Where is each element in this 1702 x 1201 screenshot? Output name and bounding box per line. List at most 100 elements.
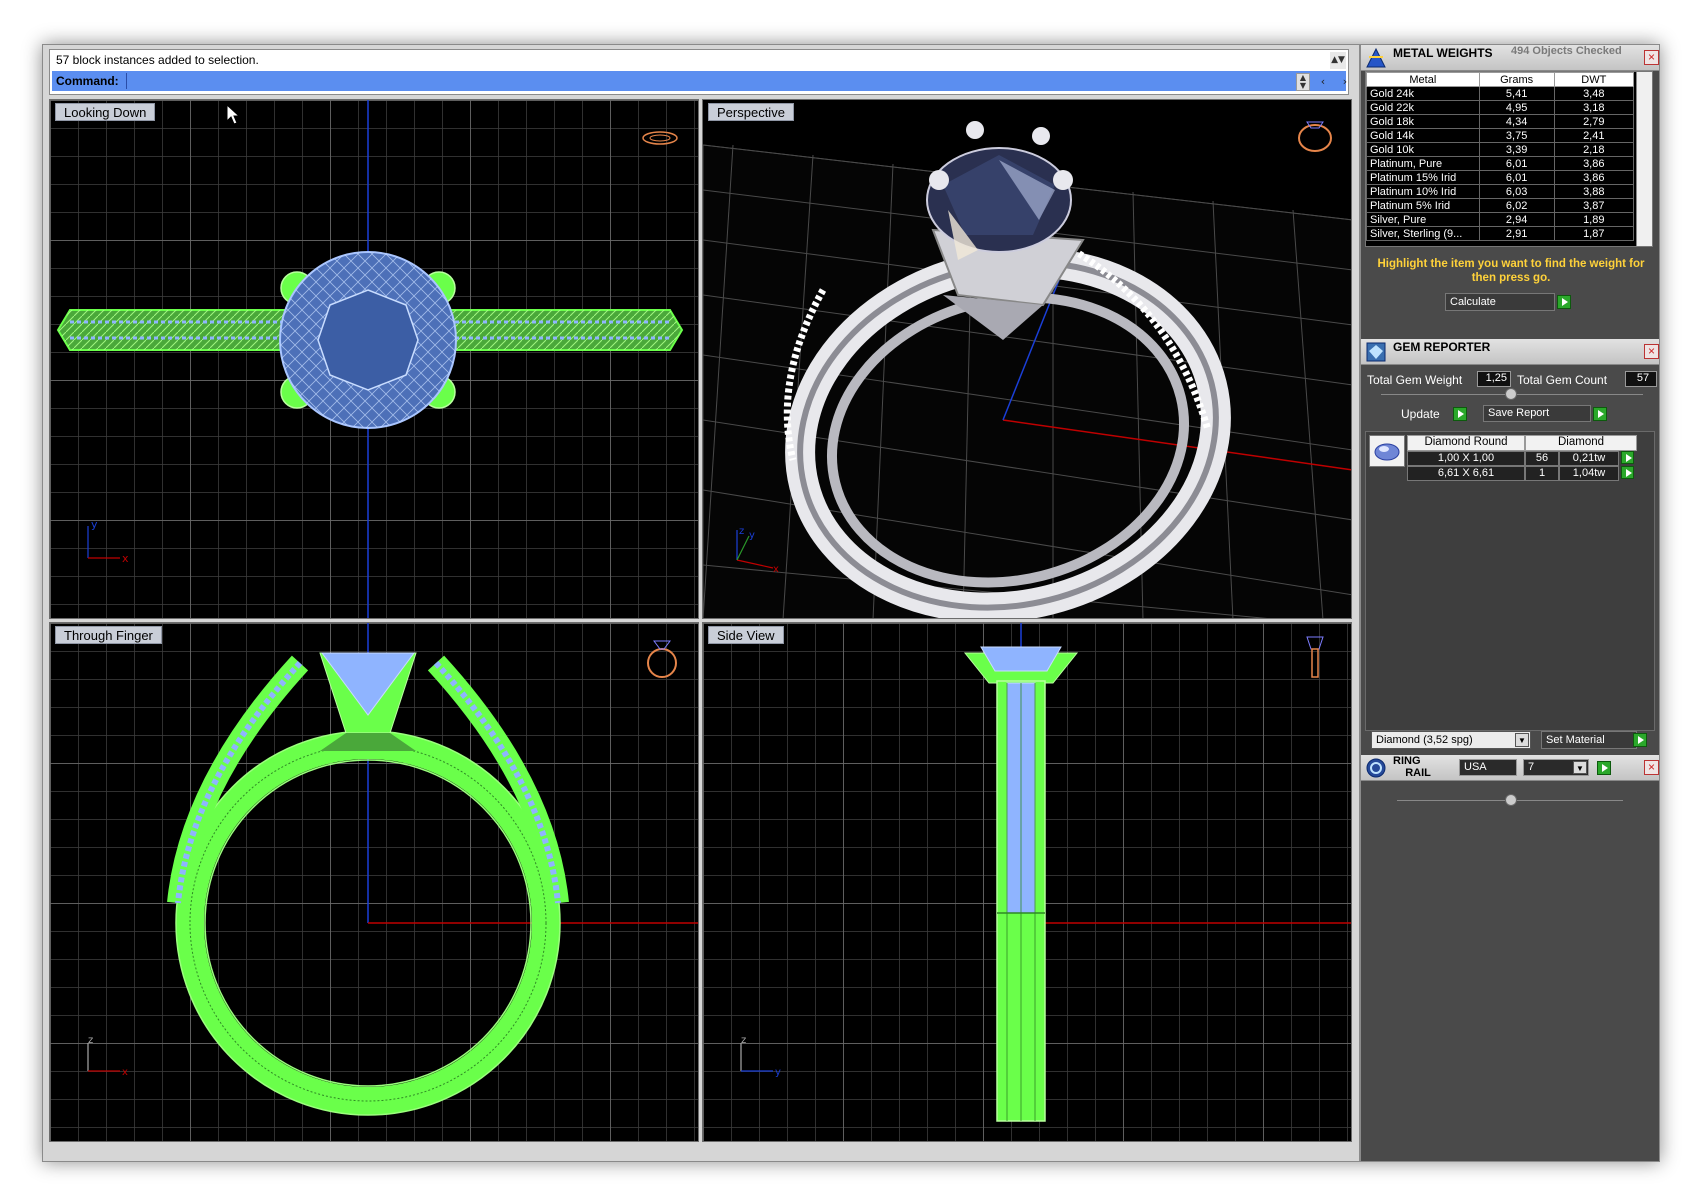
ring-orientation-icon: [642, 131, 678, 145]
viewport-side-view[interactable]: z y Side View: [702, 622, 1352, 1142]
chevron-down-icon[interactable]: ▼: [1573, 761, 1587, 774]
viewport-through-finger[interactable]: z x Through Finger: [49, 622, 699, 1142]
country-field[interactable]: USA: [1459, 759, 1517, 776]
ring-rail-title: RING RAIL: [1393, 755, 1431, 779]
metal-col-header[interactable]: Grams: [1478, 72, 1555, 87]
metal-weights-header: METAL WEIGHTS 494 Objects Checked ×: [1361, 45, 1659, 71]
metal-row[interactable]: Platinum 15% Irid 6,01 3,86: [1366, 170, 1635, 185]
total-gem-count-label: Total Gem Count: [1517, 373, 1608, 387]
metal-row[interactable]: Gold 10k 3,39 2,18: [1366, 142, 1635, 157]
plugin-panel: METAL WEIGHTS 494 Objects Checked × Meta…: [1359, 45, 1659, 1161]
metal-cell: 1,89: [1553, 212, 1635, 227]
close-icon[interactable]: ×: [1644, 344, 1659, 359]
ring-rail-header: RING RAIL USA 7 ▼ ×: [1361, 755, 1659, 781]
metal-row[interactable]: Platinum 5% Irid 6,02 3,87: [1366, 198, 1635, 213]
total-gem-weight-value: 1,25: [1477, 371, 1511, 387]
metal-cell: 3,39: [1478, 142, 1555, 157]
metal-row[interactable]: Silver, Sterling (9... 2,91 1,87: [1366, 226, 1635, 241]
metal-table-scrollbar[interactable]: [1636, 72, 1652, 246]
set-material-go-icon[interactable]: [1633, 733, 1647, 747]
update-button[interactable]: Update: [1401, 407, 1440, 421]
set-material-button[interactable]: Set Material: [1541, 731, 1637, 749]
scale-icon: [1366, 47, 1386, 68]
viewport-title-looking-down[interactable]: Looking Down: [55, 103, 156, 121]
metal-cell: 2,94: [1478, 212, 1555, 227]
metal-cell: Silver, Sterling (9...: [1366, 226, 1480, 241]
metal-cell: Platinum, Pure: [1366, 156, 1480, 171]
metal-row[interactable]: Gold 18k 4,34 2,79: [1366, 114, 1635, 129]
command-line: Command:: [52, 71, 1346, 91]
viewport-looking-down[interactable]: y x Looking Down: [49, 99, 699, 619]
viewport-perspective[interactable]: z y x Perspective: [702, 99, 1352, 619]
close-icon[interactable]: ×: [1644, 50, 1659, 65]
metal-row[interactable]: Silver, Pure 2,94 1,89: [1366, 212, 1635, 227]
close-icon[interactable]: ×: [1644, 760, 1659, 775]
nav-right-arrow-icon[interactable]: ›: [1334, 73, 1356, 91]
metal-col-header[interactable]: DWT: [1553, 72, 1635, 87]
gem-row[interactable]: 1,00 X 1,00 56 0,21tw: [1407, 451, 1637, 466]
history-scroll-arrows[interactable]: ▲▼: [1330, 52, 1346, 69]
ring-orientation-icon: [1298, 124, 1332, 152]
gem-col-type: Diamond: [1525, 435, 1637, 451]
panel-resize-handle[interactable]: [1505, 388, 1517, 400]
metal-row[interactable]: Gold 22k 4,95 3,18: [1366, 100, 1635, 115]
ring-rail-go-icon[interactable]: [1597, 761, 1611, 775]
metal-cell: 3,86: [1553, 156, 1635, 171]
rhino-window: 57 block instances added to selection. ▲…: [42, 44, 1660, 1162]
metal-cell: 2,91: [1478, 226, 1555, 241]
metal-cell: 1,87: [1553, 226, 1635, 241]
top-view-drawing: y x: [56, 100, 684, 618]
metal-cell: 3,48: [1553, 86, 1635, 101]
calculate-button[interactable]: Calculate: [1445, 293, 1555, 311]
gem-cell: 1,00 X 1,00: [1407, 451, 1525, 466]
nav-left-arrow-icon[interactable]: ‹: [1312, 73, 1334, 91]
metal-cell: Platinum 10% Irid: [1366, 184, 1480, 199]
metal-cell: Silver, Pure: [1366, 212, 1480, 227]
gem-row[interactable]: 6,61 X 6,61 1 1,04tw: [1407, 466, 1637, 481]
svg-text:z: z: [741, 1035, 746, 1046]
viewport-title-through-finger[interactable]: Through Finger: [55, 626, 162, 644]
metal-cell: 3,87: [1553, 198, 1635, 213]
axis-y-label: y: [91, 518, 98, 531]
metal-cell: Platinum 5% Irid: [1366, 198, 1480, 213]
viewport-title-perspective[interactable]: Perspective: [708, 103, 794, 121]
command-spinner[interactable]: ▲ ▼: [1296, 73, 1310, 91]
gem-cell: 0,21tw: [1559, 451, 1619, 466]
calculate-go-icon[interactable]: [1557, 295, 1571, 309]
viewport-title-side-view[interactable]: Side View: [708, 626, 784, 644]
gem-row-go-icon[interactable]: [1621, 466, 1634, 479]
perspective-drawing: z y x: [703, 121, 1351, 618]
metal-row[interactable]: Platinum, Pure 6,01 3,86: [1366, 156, 1635, 171]
command-area: 57 block instances added to selection. ▲…: [49, 49, 1349, 95]
metal-cell: 4,95: [1478, 100, 1555, 115]
gem-row-go-icon[interactable]: [1621, 451, 1634, 464]
ring-icon: [1366, 758, 1386, 778]
chevron-down-icon[interactable]: ▼: [1515, 733, 1529, 747]
metal-row[interactable]: Platinum 10% Irid 6,03 3,88: [1366, 184, 1635, 199]
metal-row[interactable]: Gold 14k 3,75 2,41: [1366, 128, 1635, 143]
panel-resize-handle[interactable]: [1505, 794, 1517, 806]
gem-cell: 56: [1525, 451, 1559, 466]
svg-text:z: z: [88, 1035, 93, 1046]
save-report-go-icon[interactable]: [1593, 407, 1607, 421]
metal-cell: 3,86: [1553, 170, 1635, 185]
gem-table: Diamond Round Diamond 1,00 X 1,00 56 0,21t…: [1407, 435, 1637, 481]
save-report-button[interactable]: Save Report: [1483, 405, 1591, 422]
metal-col-header[interactable]: Metal: [1366, 72, 1480, 87]
metal-cell: Platinum 15% Irid: [1366, 170, 1480, 185]
axis-x-label: x: [122, 552, 129, 565]
metal-cell: 3,75: [1478, 128, 1555, 143]
material-select[interactable]: Diamond (3,52 spg): [1371, 731, 1531, 749]
command-input[interactable]: [126, 73, 1216, 89]
metal-row[interactable]: Gold 24k 5,41 3,48: [1366, 86, 1635, 101]
ring-orientation-icon: [647, 648, 677, 678]
metal-cell: 2,79: [1553, 114, 1635, 129]
gem-reporter-header: GEM REPORTER ×: [1361, 339, 1659, 365]
update-go-icon[interactable]: [1453, 407, 1467, 421]
total-gem-weight-label: Total Gem Weight: [1367, 373, 1463, 387]
ring-orientation-icon: [1306, 636, 1324, 650]
command-prompt: Command:: [56, 74, 119, 88]
gem-cell: 1: [1525, 466, 1559, 481]
front-view-drawing: z x: [87, 623, 698, 1116]
svg-text:x: x: [773, 564, 779, 575]
